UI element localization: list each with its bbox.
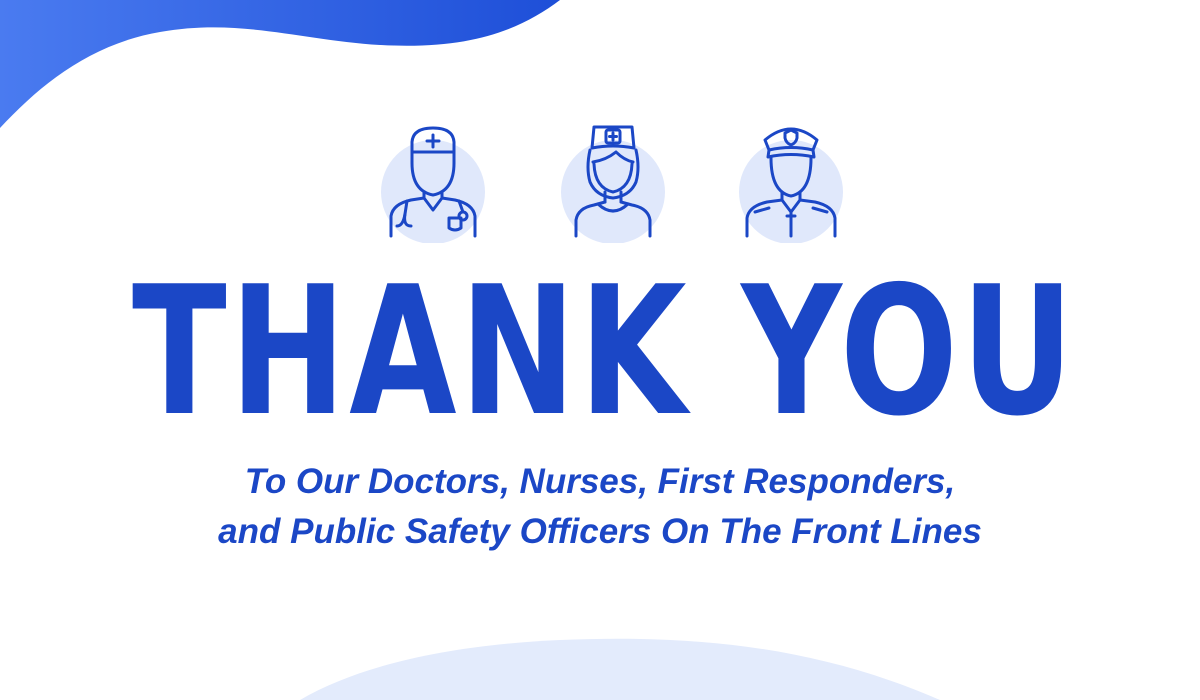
icons-row bbox=[0, 118, 1200, 248]
subtitle-line-2: and Public Safety Officers On The Front … bbox=[218, 512, 982, 551]
headline-thank-you: THANK YOU bbox=[132, 248, 1077, 455]
top-wave-decoration bbox=[0, 0, 560, 128]
thank-you-banner: THANK YOU To Our Doctors, Nurses, First … bbox=[0, 0, 1200, 700]
nurse-icon bbox=[546, 118, 676, 243]
police-officer-icon bbox=[725, 118, 855, 243]
doctor-icon bbox=[367, 118, 497, 243]
bottom-wave-decoration bbox=[300, 638, 940, 700]
subtitle-line-1: To Our Doctors, Nurses, First Responders… bbox=[244, 462, 956, 501]
subtitle: To Our Doctors, Nurses, First Responders… bbox=[0, 457, 1200, 557]
